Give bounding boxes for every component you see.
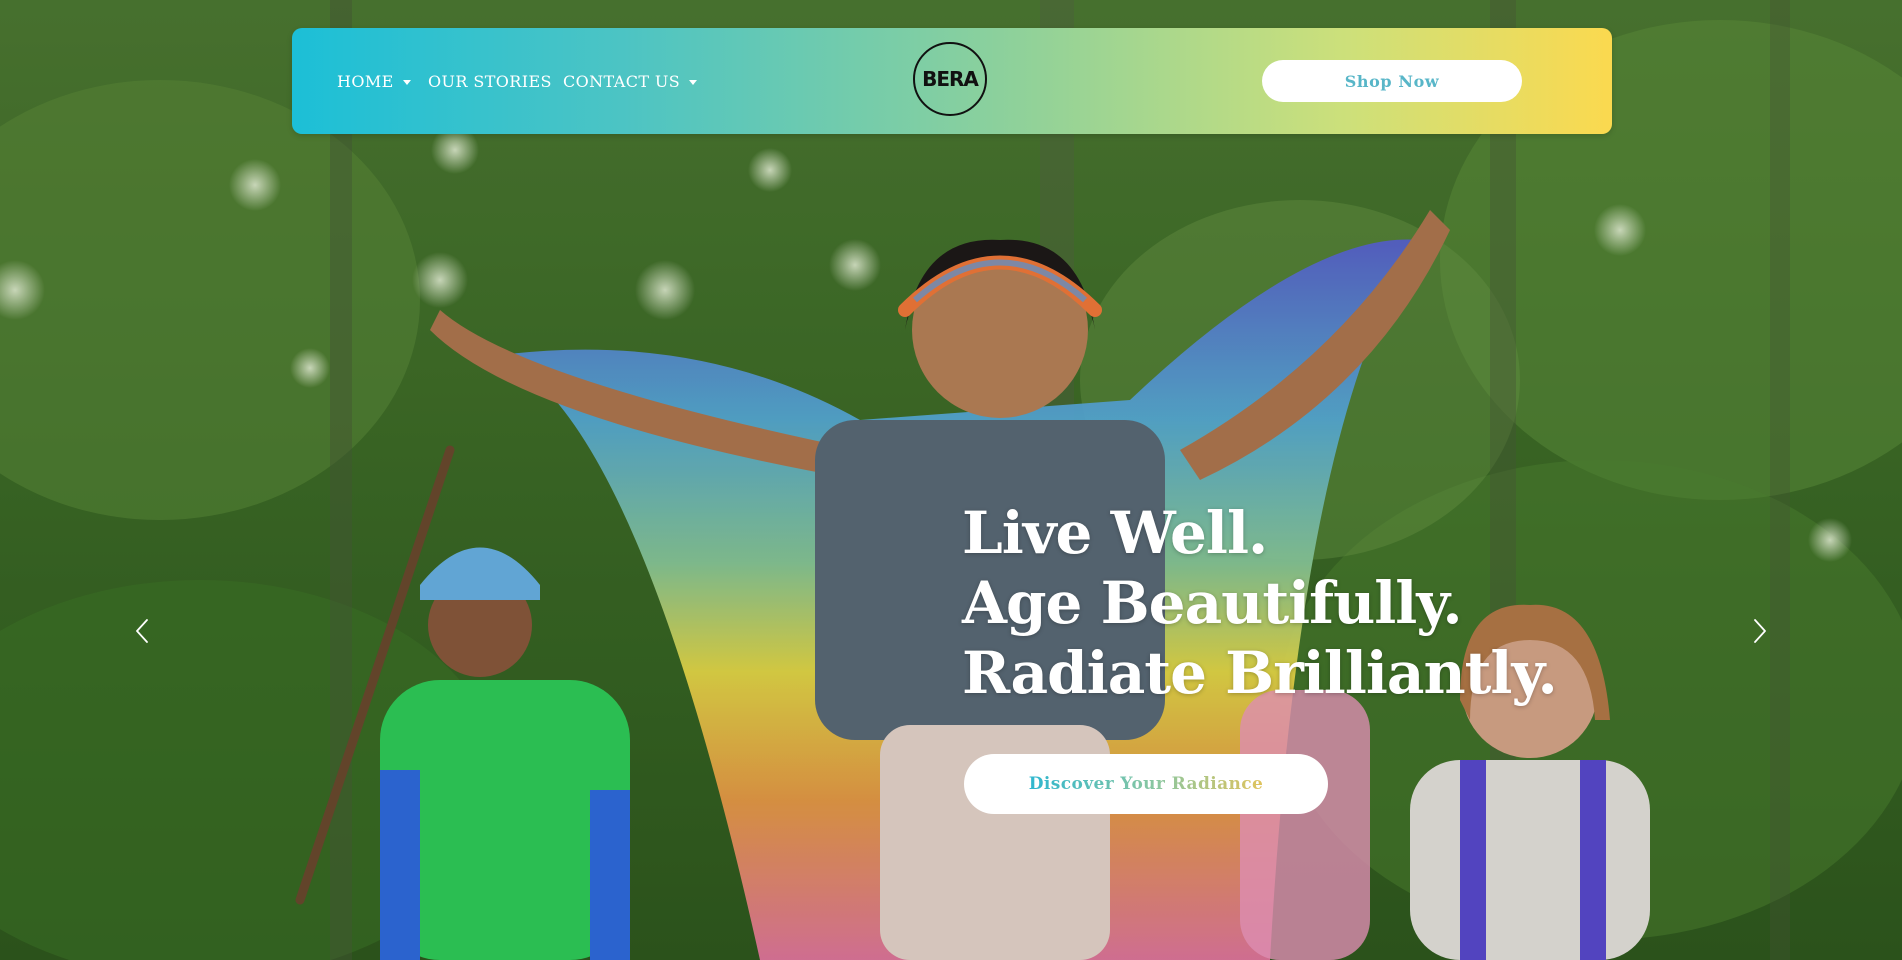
headline-line-2: Age Beautifully. xyxy=(962,569,1463,637)
chevron-down-icon xyxy=(689,79,698,85)
hero-headline: Live Well. Age Beautifully. Radiate Bril… xyxy=(962,498,1558,708)
discover-your-radiance-button[interactable]: Discover Your Radiance xyxy=(964,754,1328,814)
shop-now-button[interactable]: Shop Now xyxy=(1262,60,1522,102)
headline-line-1: Live Well. xyxy=(962,499,1268,567)
nav-our-stories-label: OUR STORIES xyxy=(428,71,552,91)
chevron-right-icon[interactable] xyxy=(1744,616,1774,646)
bera-logo[interactable]: BERA xyxy=(913,42,987,116)
nav-contact-us[interactable]: CONTACT US xyxy=(563,28,698,134)
discover-button-label: Discover Your Radiance xyxy=(1028,774,1264,794)
top-navigation-bar: HOME OUR STORIES CONTACT US BERA Shop No… xyxy=(292,28,1612,134)
nav-home[interactable]: HOME xyxy=(337,28,411,134)
shop-now-label: Shop Now xyxy=(1344,71,1440,91)
hero-slider: HOME OUR STORIES CONTACT US BERA Shop No… xyxy=(0,0,1902,960)
headline-line-3: Radiate Brilliantly. xyxy=(962,639,1558,707)
logo-text: BERA xyxy=(922,67,979,91)
chevron-down-icon xyxy=(402,79,411,85)
nav-home-label: HOME xyxy=(337,71,394,91)
hero-background-photo xyxy=(0,0,1902,960)
nav-our-stories[interactable]: OUR STORIES xyxy=(428,28,552,134)
nav-contact-us-label: CONTACT US xyxy=(563,71,681,91)
chevron-left-icon[interactable] xyxy=(128,616,158,646)
